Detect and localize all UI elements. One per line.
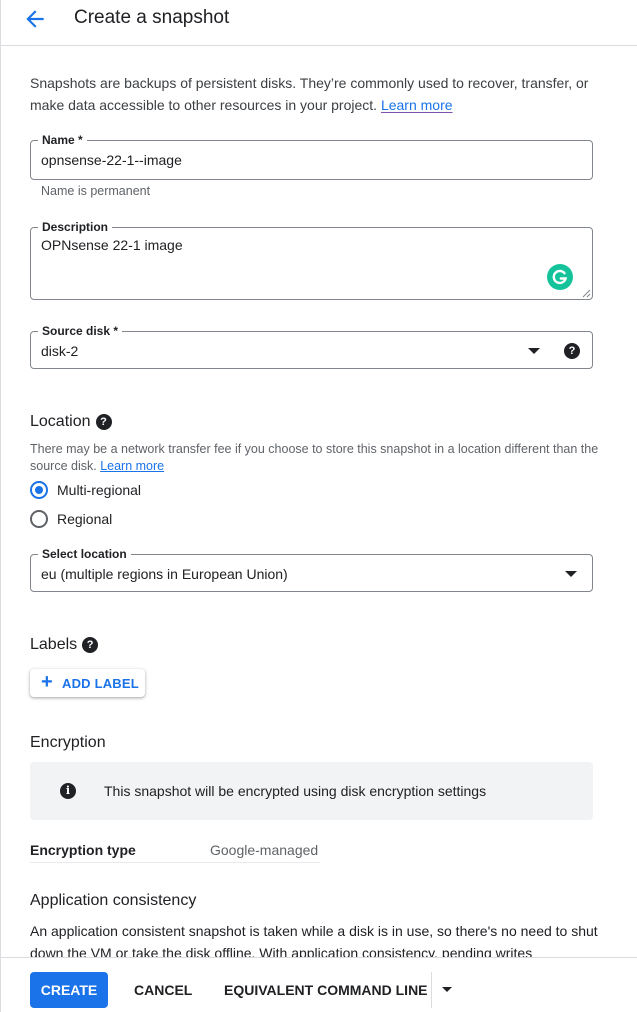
description-field-label: Description [38,219,113,235]
radio-button-checked[interactable] [30,481,48,499]
select-location-label: Select location [38,546,131,562]
location-description: There may be a network transfer fee if y… [30,441,600,475]
location-help-icon[interactable]: ? [95,414,112,430]
header: Create a snapshot [1,0,637,46]
action-bar: CREATE CANCEL EQUIVALENT COMMAND LINE [1,957,637,1012]
select-location-value: eu (multiple regions in European Union) [41,566,288,582]
labels-section-title: Labels? [30,636,99,654]
name-hint: Name is permanent [41,184,151,198]
radio-button-unchecked[interactable] [30,510,48,528]
encryption-type-label: Encryption type [30,842,136,858]
encryption-type-value: Google-managed [210,842,319,858]
page-title: Create a snapshot [74,7,230,28]
name-field-label: Name * [38,132,87,148]
grammarly-g-icon [552,269,568,285]
name-field[interactable]: Name * opnsense-22-1--image [30,132,593,180]
equivalent-command-line-button[interactable]: EQUIVALENT COMMAND LINE [224,972,428,1008]
source-disk-value: disk-2 [41,343,79,359]
location-section-title: Location? [30,413,112,431]
plus-icon: + [41,671,53,693]
chevron-down-icon[interactable] [528,348,540,354]
add-label-button[interactable]: + ADD LABEL [30,669,145,697]
source-disk-label: Source disk * [38,323,123,339]
encryption-notice: i This snapshot will be encrypted using … [30,762,593,820]
name-field-value[interactable]: opnsense-22-1--image [41,152,182,168]
create-snapshot-panel: Create a snapshot Snapshots are backups … [0,0,637,1012]
location-learn-more-link[interactable]: Learn more [100,459,164,473]
split-divider [431,972,432,1008]
add-label-text: ADD LABEL [62,676,139,691]
info-icon: i [60,783,76,799]
consistency-title: Application consistency [30,892,197,909]
description-field-value[interactable]: OPNsense 22-1 image [41,237,183,253]
intro-description: Snapshots are backups of persistent disk… [30,75,589,113]
intro-learn-more-link[interactable]: Learn more [381,97,453,113]
labels-help-icon[interactable]: ? [82,637,99,653]
back-arrow-icon[interactable] [22,6,48,32]
labels-title: Labels [30,636,78,653]
description-field[interactable]: Description OPNsense 22-1 image [30,219,593,300]
encryption-title: Encryption [30,734,106,751]
source-disk-select[interactable]: Source disk * disk-2 ? [30,323,593,369]
chevron-down-icon[interactable] [442,987,452,992]
divider [30,862,320,863]
intro-text: Snapshots are backups of persistent disk… [30,72,600,116]
radio-regional-label: Regional [57,511,113,527]
create-button[interactable]: CREATE [30,972,108,1008]
location-title: Location [30,413,91,430]
radio-multi-regional-label: Multi-regional [57,482,142,498]
resize-grip-icon[interactable] [581,288,591,298]
select-location-dropdown[interactable]: Select location eu (multiple regions in … [30,546,593,592]
help-icon[interactable]: ? [564,343,580,359]
chevron-down-icon[interactable] [565,571,577,577]
cancel-button[interactable]: CANCEL [134,972,192,1008]
grammarly-icon[interactable] [547,264,573,290]
encryption-notice-text: This snapshot will be encrypted using di… [104,783,487,799]
